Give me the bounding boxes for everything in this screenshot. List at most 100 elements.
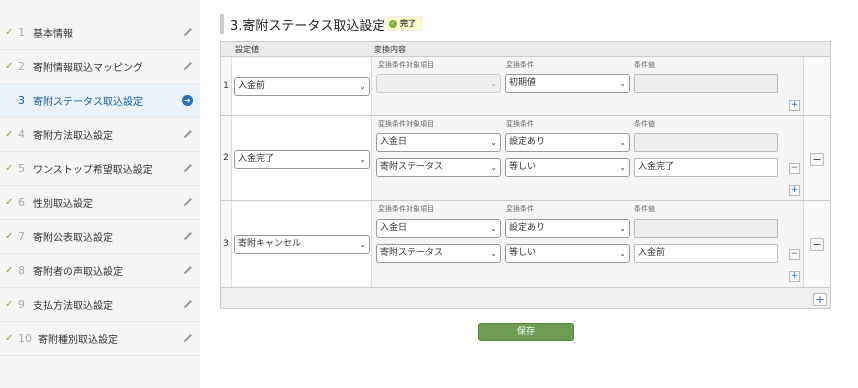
conversion-cell: 変換条件対象項目 変換条件 条件値 入金日 ⌄ 設定あり ⌄ 寄附ステータス ⌄…: [372, 201, 804, 287]
pencil-icon[interactable]: [182, 230, 194, 242]
value-sublabel: 条件値: [634, 205, 655, 213]
table-row: 1 入金前 ⌄ 変換条件対象項目 変換条件 条件値 ⌄ 初期値 ⌄ +: [221, 57, 830, 116]
sidebar-item-donation-method[interactable]: ✓ 4 寄附方法取込設定: [0, 118, 200, 152]
pencil-icon[interactable]: [182, 298, 194, 310]
sidebar-item-publication[interactable]: ✓ 7 寄附公表取込設定: [0, 220, 200, 254]
check-icon: ✓: [5, 231, 14, 242]
page-title: 3.寄附ステータス取込設定: [230, 19, 386, 34]
header-setting: 設定値: [235, 45, 259, 54]
target-select[interactable]: 入金日 ⌄: [376, 219, 501, 238]
pencil-icon[interactable]: [182, 60, 194, 72]
row-number: 1: [221, 57, 232, 115]
sidebar-item-payment-method[interactable]: ✓ 9 支払方法取込設定: [0, 288, 200, 322]
remove-row-button[interactable]: −: [810, 153, 824, 166]
chevron-down-icon: ⌄: [359, 240, 366, 249]
remove-row-button[interactable]: −: [810, 238, 824, 251]
value-sublabel: 条件値: [634, 120, 655, 128]
condition-select[interactable]: 等しい ⌄: [505, 158, 630, 177]
main-content: 3.寄附ステータス取込設定 ✓ 完了 設定値 変換内容 1 入金前 ⌄ 変換条件…: [220, 0, 840, 388]
sidebar-item-donor-voice[interactable]: ✓ 8 寄附者の声取込設定: [0, 254, 200, 288]
sidebar-item-basic-info[interactable]: ✓ 1 基本情報: [0, 16, 200, 50]
sidebar-item-donation-mapping[interactable]: ✓ 2 寄附情報取込マッピング: [0, 50, 200, 84]
condition-value-input: [634, 74, 778, 93]
condition-select-value: 等しい: [509, 162, 537, 172]
sidebar-item-number: 6: [18, 196, 25, 209]
value-sublabel: 条件値: [634, 61, 655, 69]
remove-condition-button[interactable]: −: [789, 249, 800, 260]
condition-select-value: 初期値: [509, 78, 537, 88]
row-action-cell: −: [804, 116, 830, 200]
setting-cell: 寄附キャンセル ⌄: [232, 201, 372, 287]
pencil-icon[interactable]: [182, 264, 194, 276]
target-select-value: 入金日: [380, 137, 408, 147]
condition-sublabel: 変換条件: [506, 61, 534, 69]
condition-value-input[interactable]: 入金前: [634, 244, 778, 263]
check-icon: ✓: [5, 197, 14, 208]
sidebar-item-number: 5: [18, 162, 25, 175]
sidebar-item-label: ワンストップ希望取込設定: [33, 165, 153, 176]
target-sublabel: 変換条件対象項目: [378, 205, 434, 213]
conversion-cell: 変換条件対象項目 変換条件 条件値 ⌄ 初期値 ⌄ +: [372, 57, 804, 115]
sidebar-item-number: 7: [18, 230, 25, 243]
chevron-down-icon: ⌄: [619, 138, 626, 147]
setting-select[interactable]: 入金完了 ⌄: [234, 150, 370, 169]
sidebar-item-number: 8: [18, 264, 25, 277]
chevron-down-icon: ⌄: [490, 79, 497, 88]
pencil-icon[interactable]: [182, 332, 194, 344]
condition-sublabel: 変換条件: [506, 205, 534, 213]
sidebar-item-label: 寄附種別取込設定: [38, 335, 118, 346]
condition-select[interactable]: 設定あり ⌄: [505, 133, 630, 152]
add-row-button[interactable]: +: [813, 293, 827, 306]
pencil-icon[interactable]: [182, 196, 194, 208]
chevron-down-icon: ⌄: [619, 79, 626, 88]
add-condition-button[interactable]: +: [789, 100, 800, 111]
chevron-down-icon: ⌄: [490, 224, 497, 233]
arrow-right-circle-icon: ➜: [182, 95, 193, 106]
target-select[interactable]: 入金日 ⌄: [376, 133, 501, 152]
chevron-down-icon: ⌄: [619, 224, 626, 233]
add-condition-button[interactable]: +: [789, 271, 800, 282]
save-button[interactable]: 保存: [478, 323, 574, 341]
target-select[interactable]: 寄附ステータス ⌄: [376, 244, 501, 263]
setting-select-value: 入金前: [238, 81, 266, 91]
add-condition-button[interactable]: +: [789, 185, 800, 196]
sidebar-item-label: 基本情報: [33, 29, 73, 40]
sidebar-item-label: 寄附情報取込マッピング: [33, 63, 143, 74]
chevron-down-icon: ⌄: [490, 249, 497, 258]
sidebar-item-gender[interactable]: ✓ 6 性別取込設定: [0, 186, 200, 220]
sidebar-item-donation-status[interactable]: 3 寄附ステータス取込設定 ➜: [0, 84, 200, 118]
condition-value-input[interactable]: 入金完了: [634, 158, 778, 177]
pencil-icon[interactable]: [182, 26, 194, 38]
sidebar-item-donation-type[interactable]: ✓ 10 寄附種別取込設定: [0, 322, 200, 356]
remove-condition-button[interactable]: −: [789, 163, 800, 174]
sidebar-item-number: 2: [18, 60, 25, 73]
sidebar-item-label: 寄附方法取込設定: [33, 131, 113, 142]
sidebar-item-number: 4: [18, 128, 25, 141]
sidebar-item-label: 寄附ステータス取込設定: [33, 97, 143, 108]
sidebar-item-label: 支払方法取込設定: [33, 301, 113, 312]
condition-value-input: [634, 219, 778, 238]
pencil-icon[interactable]: [182, 162, 194, 174]
table-row: 3 寄附キャンセル ⌄ 変換条件対象項目 変換条件 条件値 入金日 ⌄ 設定あり…: [221, 201, 830, 288]
check-icon: ✓: [5, 299, 14, 310]
chevron-down-icon: ⌄: [359, 155, 366, 164]
target-sublabel: 変換条件対象項目: [378, 61, 434, 69]
target-select[interactable]: 寄附ステータス ⌄: [376, 158, 501, 177]
chevron-down-icon: ⌄: [619, 163, 626, 172]
condition-value-input: [634, 133, 778, 152]
sidebar-item-number: 9: [18, 298, 25, 311]
setting-select[interactable]: 入金前 ⌄: [234, 77, 370, 96]
condition-select[interactable]: 初期値 ⌄: [505, 74, 630, 93]
sidebar-item-onestop[interactable]: ✓ 5 ワンストップ希望取込設定: [0, 152, 200, 186]
condition-select-value: 等しい: [509, 248, 537, 258]
check-icon: ✓: [5, 163, 14, 174]
check-circle-icon: ✓: [389, 19, 397, 28]
check-icon: ✓: [5, 27, 14, 38]
condition-select[interactable]: 等しい ⌄: [505, 244, 630, 263]
pencil-icon[interactable]: [182, 128, 194, 140]
check-icon: ✓: [5, 265, 14, 276]
sidebar: ✓ 1 基本情報 ✓ 2 寄附情報取込マッピング 3 寄附ステータス取込設定 ➜…: [0, 0, 200, 388]
condition-select[interactable]: 設定あり ⌄: [505, 219, 630, 238]
setting-select[interactable]: 寄附キャンセル ⌄: [234, 235, 370, 254]
row-action-cell: −: [804, 201, 830, 287]
